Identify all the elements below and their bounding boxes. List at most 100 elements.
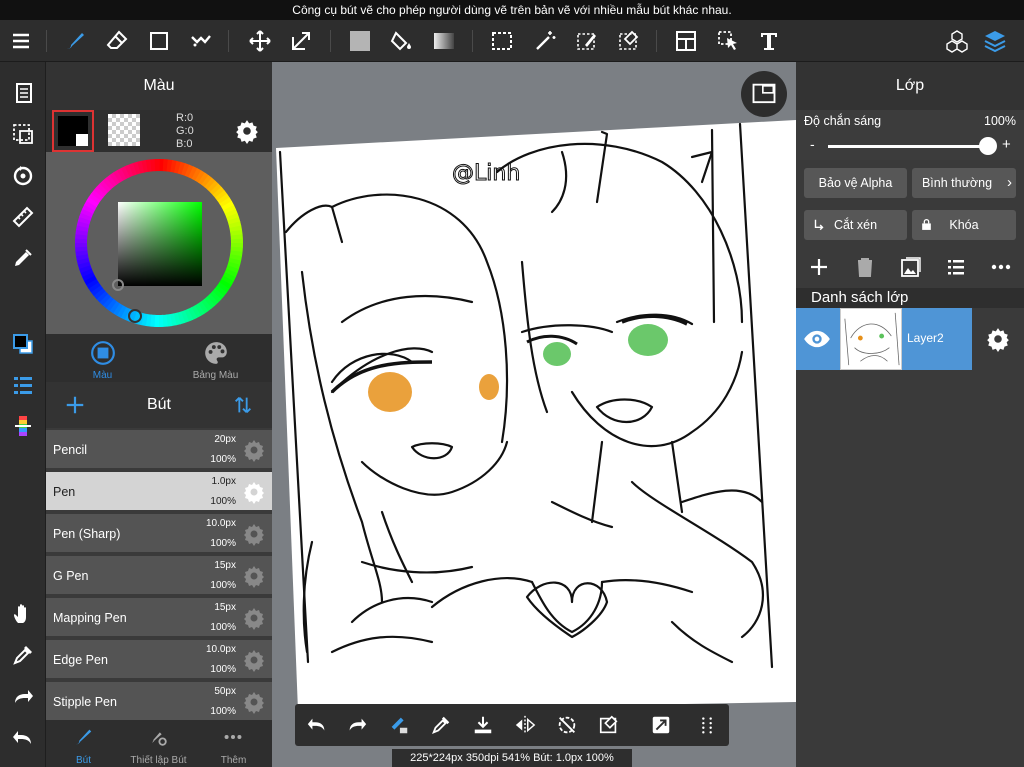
fill-color-icon[interactable] [343, 24, 377, 58]
tab-brush-settings[interactable]: Thiết lập Bút [121, 720, 196, 767]
selection-tool-icon[interactable] [485, 24, 519, 58]
brush-item[interactable]: Mapping Pen 15px 100% [46, 598, 272, 638]
brush-size: 10.0px [205, 644, 236, 655]
opacity-increase-button[interactable]: + [1002, 136, 1011, 153]
brush-item[interactable]: G Pen 15px 100% [46, 556, 272, 596]
brush-item[interactable]: Stipple Pen 50px 100% [46, 682, 272, 722]
color-wheel[interactable] [46, 152, 272, 334]
select-eraser-icon[interactable] [612, 24, 646, 58]
brush-size: 15px [214, 602, 236, 613]
magic-wand-icon[interactable] [528, 24, 562, 58]
opacity-decrease-button[interactable]: - [810, 136, 815, 152]
opacity-slider-knob[interactable] [979, 137, 997, 155]
layer-more-icon[interactable] [989, 255, 1013, 279]
lock-button[interactable]: Khóa [912, 210, 1016, 240]
bucket-tool-icon[interactable] [385, 24, 419, 58]
brush-name: Mapping Pen [53, 611, 127, 625]
brush-item[interactable]: Pencil 20px 100% [46, 430, 272, 470]
canvas-fit-icon[interactable] [645, 709, 677, 741]
blend-mode-button[interactable]: Bình thường › [912, 168, 1016, 198]
tab-more[interactable]: Thêm [196, 720, 271, 767]
color-settings-gear-icon[interactable] [234, 118, 260, 144]
transform-tool-icon[interactable] [284, 24, 318, 58]
brush-name: Edge Pen [53, 653, 108, 667]
brush-item[interactable]: Pen 1.0px 100% [46, 472, 272, 512]
brush-name: Pen [53, 485, 76, 499]
layer-actions [796, 248, 1024, 286]
delete-layer-trash-icon[interactable] [853, 255, 877, 279]
drawing-canvas[interactable]: @Linh [272, 62, 796, 767]
brush-size: 10.0px [205, 518, 236, 529]
eye-visibility-icon[interactable] [803, 325, 831, 353]
eraser-tool-icon[interactable] [100, 24, 134, 58]
brush-item[interactable]: Edge Pen 10.0px 100% [46, 640, 272, 680]
brush-tool-icon[interactable] [58, 24, 92, 58]
layers-icon[interactable] [978, 24, 1012, 58]
undo-icon[interactable] [5, 720, 41, 756]
menu-icon[interactable] [4, 24, 38, 58]
layer-image-icon[interactable] [899, 255, 923, 279]
tool-hint-bar: Công cụ bút vẽ cho phép người dùng vẽ tr… [0, 0, 1024, 20]
flip-horizontal-icon[interactable] [509, 709, 541, 741]
grid-menu-icon[interactable] [691, 709, 723, 741]
brush-settings-gear-icon[interactable] [242, 438, 266, 462]
select-pen-icon[interactable] [570, 24, 604, 58]
tab-color[interactable]: Màu [46, 334, 159, 382]
clear-layer-icon[interactable] [593, 709, 625, 741]
shape-tool-icon[interactable] [142, 24, 176, 58]
sort-brush-icon[interactable] [232, 394, 254, 416]
correction-tool-icon[interactable] [184, 24, 218, 58]
rotate-reset-icon[interactable] [551, 709, 583, 741]
brush-name: Stipple Pen [53, 695, 117, 709]
brush-settings-gear-icon[interactable] [242, 690, 266, 714]
toolbar-divider [46, 30, 47, 52]
brush-item[interactable]: Pen (Sharp) 10.0px 100% [46, 514, 272, 554]
text-tool-icon[interactable] [752, 24, 786, 58]
redo-icon[interactable] [5, 679, 41, 715]
brush-eraser-toggle-icon[interactable] [383, 709, 415, 741]
operation-tool-icon[interactable] [711, 24, 745, 58]
left-sidebar [0, 62, 46, 767]
main-color-swatch[interactable] [52, 110, 94, 152]
eyedropper-icon[interactable] [5, 637, 41, 673]
frame-divider-icon[interactable] [669, 24, 703, 58]
brush-settings-gear-icon[interactable] [242, 480, 266, 504]
tab-palette[interactable]: Bảng Màu [159, 334, 272, 382]
redo-bottom-icon[interactable] [341, 709, 373, 741]
sub-color-swatch[interactable] [108, 114, 140, 146]
opacity-slider-track[interactable] [828, 137, 997, 155]
toolbar-divider [228, 30, 229, 52]
color-palette-bar-icon[interactable] [5, 408, 41, 444]
color-swatch-icon[interactable] [5, 326, 41, 362]
brush-settings-gear-icon[interactable] [242, 606, 266, 630]
lock-label: Khóa [949, 218, 979, 232]
protect-alpha-button[interactable]: Bảo vệ Alpha [804, 168, 907, 198]
color-tabs: Màu Bảng Màu [46, 334, 272, 382]
layer-row[interactable]: Layer2 [796, 308, 972, 370]
eyedropper-bottom-icon[interactable] [425, 709, 457, 741]
layer-list-icon[interactable] [944, 255, 968, 279]
clipping-button[interactable]: Cắt xén [804, 210, 907, 240]
hand-icon[interactable] [5, 596, 41, 632]
snap-icon[interactable] [5, 240, 41, 276]
palette-icon [205, 342, 227, 364]
move-tool-icon[interactable] [243, 24, 277, 58]
add-layer-plus-icon[interactable] [807, 255, 831, 279]
undo-bottom-icon[interactable] [301, 709, 333, 741]
gradient-tool-icon[interactable] [427, 24, 461, 58]
rotate-canvas-icon[interactable] [5, 158, 41, 194]
brush-settings-gear-icon[interactable] [242, 648, 266, 672]
pages-icon[interactable] [5, 75, 41, 111]
navigator-toggle-button[interactable] [741, 71, 787, 117]
save-down-icon[interactable] [467, 709, 499, 741]
brush-settings-gear-icon[interactable] [242, 564, 266, 588]
tab-brush[interactable]: Bút [46, 720, 121, 767]
layer-name: Layer2 [907, 331, 944, 345]
artist-signature: @Linh [452, 161, 520, 186]
ruler-icon[interactable] [5, 199, 41, 235]
brush-settings-gear-icon[interactable] [242, 522, 266, 546]
selection-layer-icon[interactable] [5, 116, 41, 152]
brush-list-icon[interactable] [5, 367, 41, 403]
layer-settings-button[interactable] [972, 308, 1024, 370]
3d-material-icon[interactable] [940, 24, 974, 58]
